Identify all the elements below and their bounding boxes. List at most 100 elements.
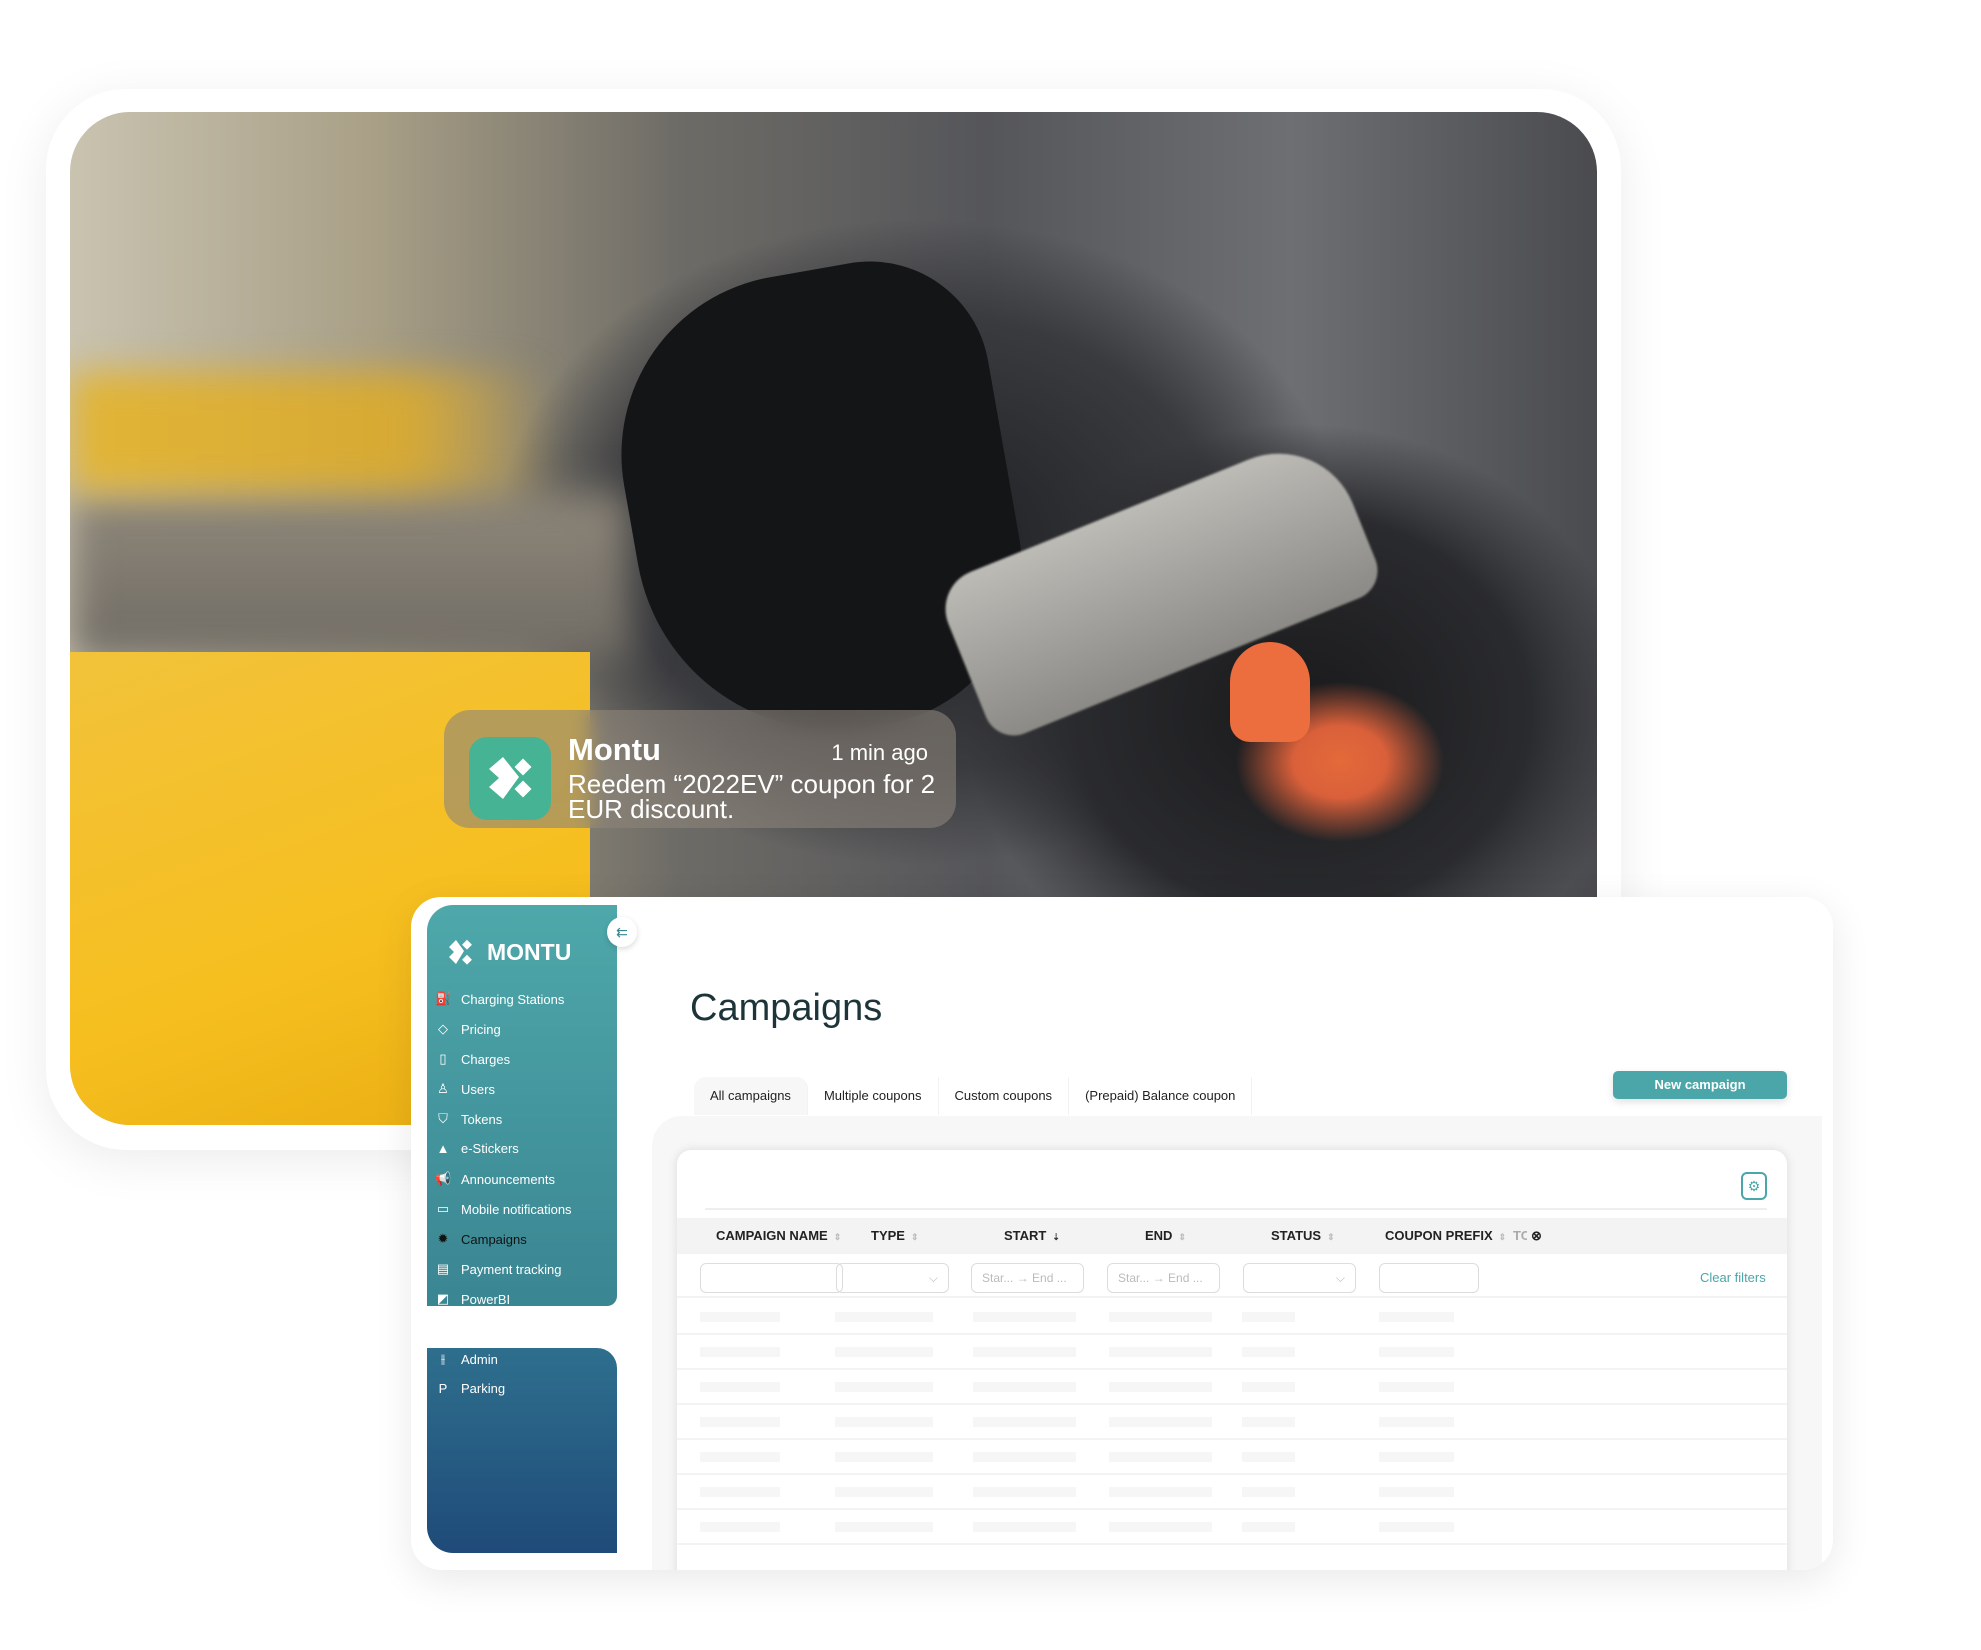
sidebar-item-mobile-notifications[interactable]: ▭ Mobile notifications [435, 1201, 572, 1217]
clear-filters-link[interactable]: Clear filters [1700, 1270, 1766, 1285]
skeleton-cell [1379, 1312, 1454, 1322]
end-date-filter[interactable]: Star... → End ... [1107, 1263, 1220, 1293]
start-date-filter[interactable]: Star... → End ... [971, 1263, 1084, 1293]
skeleton-cell [835, 1347, 933, 1357]
coupon-prefix-filter[interactable] [1379, 1263, 1479, 1293]
status-filter[interactable]: ⌵ [1243, 1263, 1356, 1293]
sidebar-item-metrics[interactable]: ⋀ Metrics [435, 1321, 503, 1337]
sidebar-item-announcements[interactable]: 📢 Announcements [435, 1171, 555, 1187]
discount-badge-icon: ✹ [437, 1231, 449, 1246]
table-row [677, 1405, 1787, 1440]
skeleton-cell [1109, 1312, 1212, 1322]
push-notification: Montu 1 min ago Reedem “2022EV” coupon f… [444, 710, 956, 828]
sidebar-item-admin[interactable]: ⫲ Admin [435, 1351, 498, 1367]
table-row [677, 1300, 1787, 1335]
brand: MONTU [447, 937, 571, 967]
filter-row: ⌵ Star... → End ... Star... → End ... ⌵ … [677, 1258, 1787, 1298]
montu-logo-icon [469, 737, 551, 820]
shield-icon: ⛉ [438, 1111, 448, 1126]
skeleton-cell [1242, 1417, 1295, 1427]
skeleton-cell [1242, 1382, 1295, 1392]
user-icon: ♙ [437, 1081, 449, 1096]
skeleton-cell [835, 1487, 933, 1497]
skeleton-cell [700, 1452, 780, 1462]
skeleton-cell [973, 1522, 1076, 1532]
sidebar-item-tokens[interactable]: ⛉ Tokens [435, 1111, 502, 1127]
campaigns-table: ⚙ CAMPAIGN NAME ⇕ TYPE ⇕ START ⇣ END ⇕ STATU… [677, 1150, 1787, 1570]
sidebar-item-label: PowerBI [461, 1291, 511, 1307]
skeleton-cell [835, 1312, 933, 1322]
skeleton-cell [835, 1452, 933, 1462]
sidebar-item-charges[interactable]: ▯ Charges [435, 1051, 510, 1067]
skeleton-cell [1379, 1452, 1454, 1462]
sidebar-item-label: Parking [461, 1381, 506, 1396]
column-type[interactable]: TYPE ⇕ [871, 1218, 919, 1255]
montu-logo-icon [449, 939, 472, 965]
table-header: CAMPAIGN NAME ⇕ TYPE ⇕ START ⇣ END ⇕ STATUS ⇕… [677, 1218, 1787, 1254]
skeleton-cell [700, 1312, 780, 1322]
tab-multiple-coupons[interactable]: Multiple coupons [808, 1077, 939, 1115]
sidebar-item-pricing[interactable]: ◇ Pricing [435, 1021, 501, 1037]
page-title: Campaigns [690, 987, 883, 1029]
collapse-sidebar-button[interactable]: ⇇ [607, 917, 637, 947]
parking-icon: P [438, 1381, 448, 1396]
tab-balance-coupon[interactable]: (Prepaid) Balance coupon [1069, 1077, 1253, 1115]
column-campaign-name[interactable]: CAMPAIGN NAME ⇕ [716, 1218, 841, 1255]
sidebar-lower [427, 1348, 617, 1553]
new-campaign-button[interactable]: New campaign [1613, 1071, 1787, 1099]
column-to[interactable]: TO [1513, 1218, 1527, 1254]
column-coupon-prefix[interactable]: COUPON PREFIX ⇕ [1385, 1218, 1506, 1255]
skeleton-cell [1379, 1487, 1454, 1497]
sidebar-item-parking[interactable]: P Parking [435, 1381, 505, 1396]
brand-name: MONTU [487, 938, 572, 965]
tab-all-campaigns[interactable]: All campaigns [694, 1077, 808, 1115]
type-filter[interactable]: ⌵ [836, 1263, 949, 1293]
skeleton-cell [1242, 1312, 1295, 1322]
skeleton-cell [700, 1417, 780, 1427]
divider [705, 1208, 1767, 1210]
megaphone-icon: 📢 [435, 1171, 452, 1186]
skeleton-cell [1109, 1452, 1212, 1462]
sidebar-item-label: Charges [461, 1051, 511, 1067]
sidebar-item-label: Payment tracking [461, 1261, 562, 1277]
skeleton-cell [1109, 1347, 1212, 1357]
sidebar-item-charging-stations[interactable]: ⛽ Charging Stations [435, 991, 564, 1007]
sticker-icon: ▲ [436, 1141, 450, 1156]
skeleton-cell [1379, 1347, 1454, 1357]
sidebar-item-label: Mobile notifications [461, 1201, 572, 1217]
skeleton-cell [835, 1522, 933, 1532]
skeleton-cell [1242, 1487, 1295, 1497]
close-column-icon[interactable]: ⊗ [1531, 1218, 1542, 1254]
tab-custom-coupons[interactable]: Custom coupons [939, 1077, 1070, 1115]
battery-charge-icon: ▯ [439, 1051, 447, 1066]
skeleton-cell [1379, 1522, 1454, 1532]
skeleton-cell [1242, 1452, 1295, 1462]
sidebar-item-label: Charging Stations [461, 991, 565, 1007]
column-start[interactable]: START ⇣ [1004, 1218, 1060, 1255]
sidebar-item-powerbi[interactable]: ◩ PowerBI [435, 1291, 510, 1307]
column-status[interactable]: STATUS ⇕ [1271, 1218, 1335, 1255]
sidebar-item-payment-tracking[interactable]: ▤ Payment tracking [435, 1261, 562, 1277]
skeleton-cell [1109, 1522, 1212, 1532]
sidebar-item-label: Campaigns [461, 1231, 527, 1247]
campaign-name-filter[interactable] [700, 1263, 843, 1293]
sidebar-item-campaigns[interactable]: ✹ Campaigns [435, 1231, 527, 1247]
skeleton-cell [973, 1382, 1076, 1392]
skeleton-cell [973, 1347, 1076, 1357]
message-icon: ▭ [436, 1201, 450, 1216]
metrics-icon: ⋀ [437, 1321, 449, 1336]
skeleton-cell [973, 1487, 1076, 1497]
skeleton-cell [1379, 1417, 1454, 1427]
skeleton-cell [835, 1417, 933, 1427]
skeleton-cell [700, 1347, 780, 1357]
column-end[interactable]: END ⇕ [1145, 1218, 1186, 1255]
dashboard-window: ⇇ MONTU ⛽ Charging Stations ◇ Pricing ▯ Charg… [411, 897, 1833, 1570]
sidebar-item-e-stickers[interactable]: ▲ e-Stickers [435, 1141, 519, 1156]
sidebar-item-label: Metrics [461, 1321, 503, 1337]
skeleton-cell [973, 1417, 1076, 1427]
skeleton-cell [973, 1312, 1076, 1322]
table-row [677, 1510, 1787, 1545]
gear-icon[interactable]: ⚙ [1741, 1172, 1767, 1200]
sidebar-item-users[interactable]: ♙ Users [435, 1081, 495, 1097]
notification-app: Montu [568, 732, 661, 767]
